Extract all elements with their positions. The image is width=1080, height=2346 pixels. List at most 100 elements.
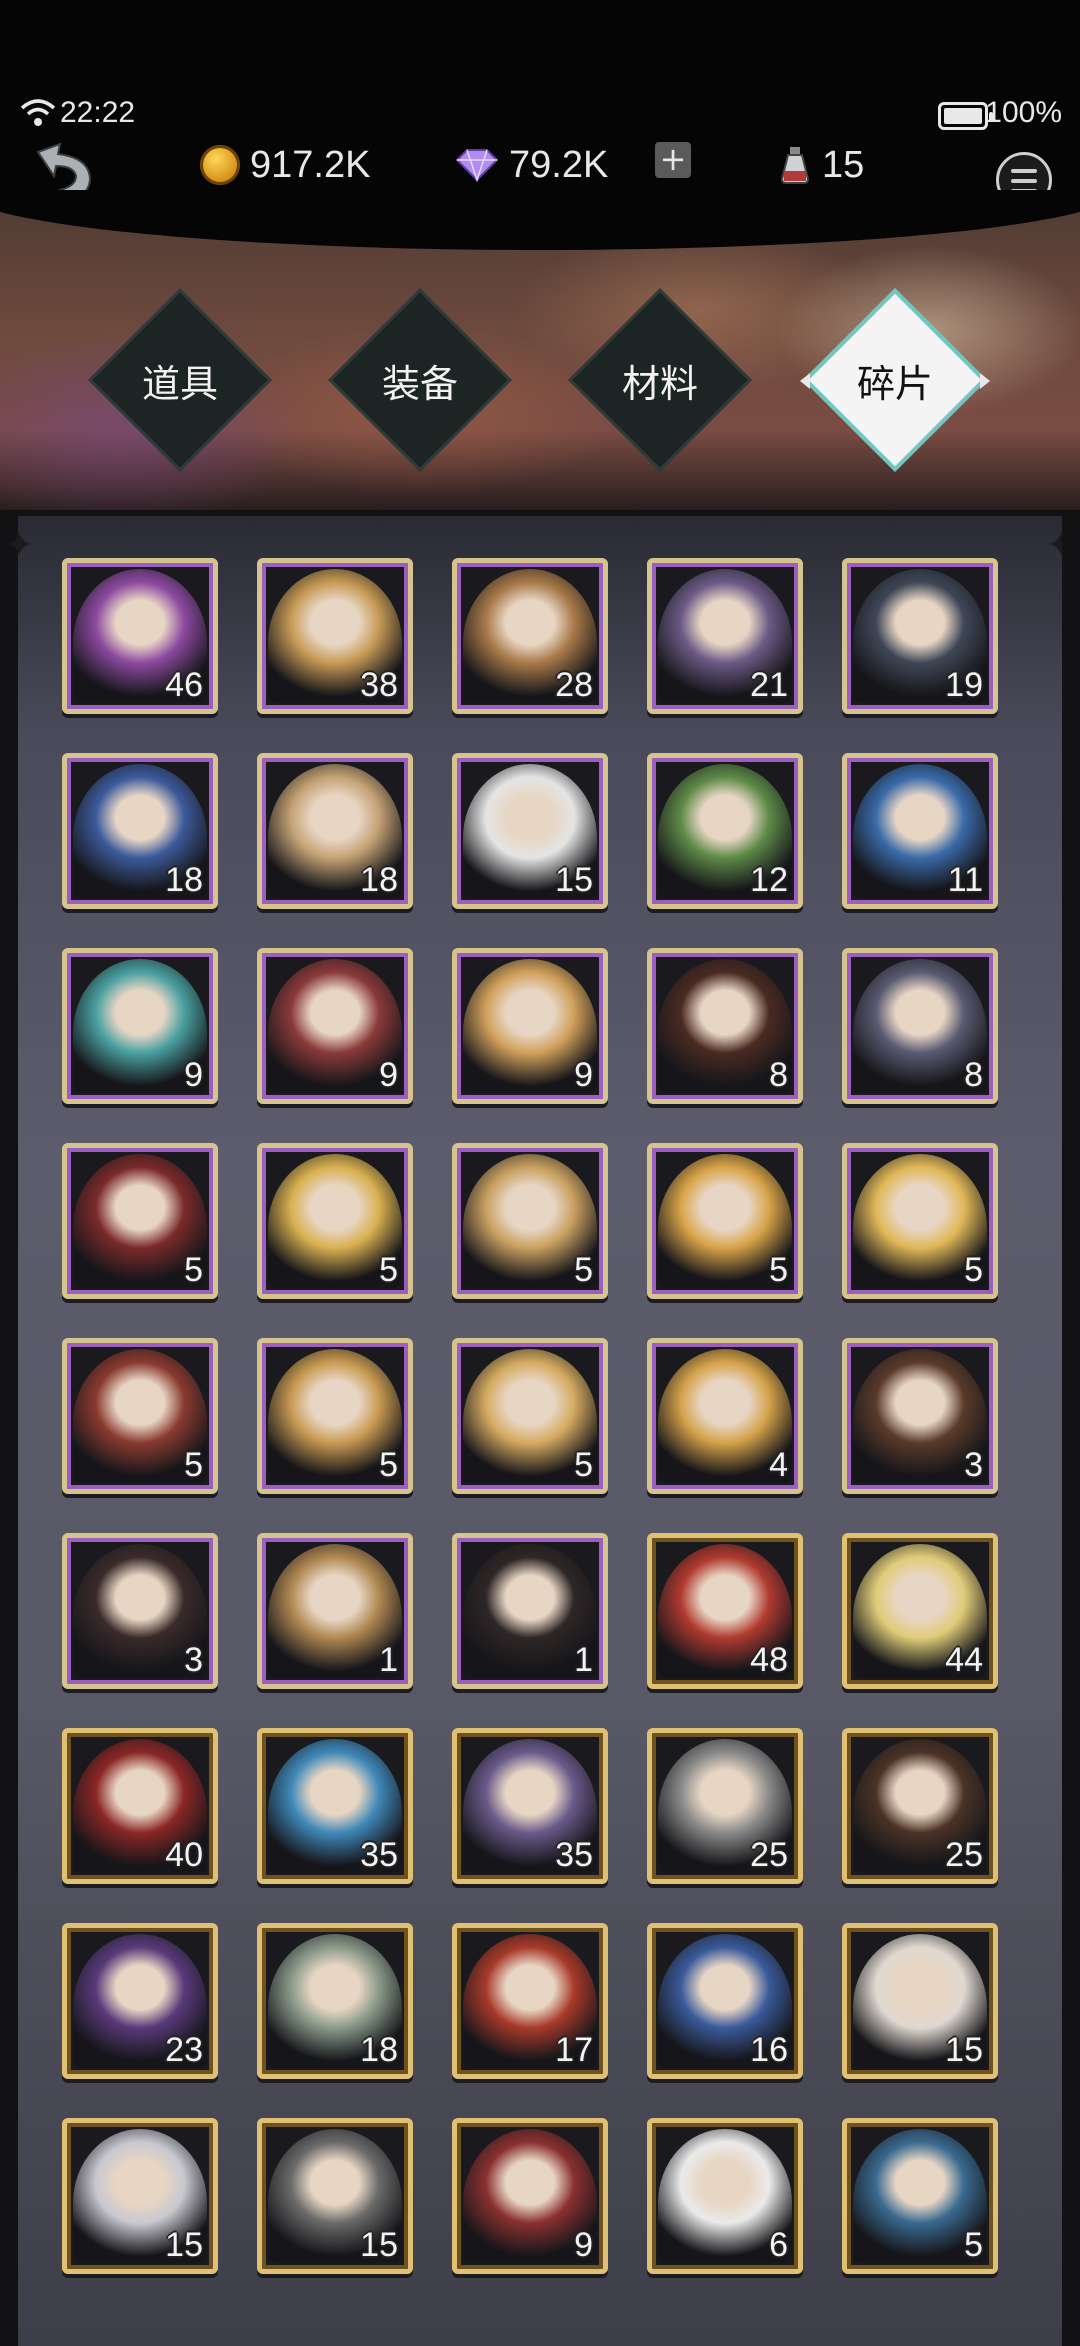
fragment-item[interactable]: 5 (257, 1338, 413, 1494)
tab-materials[interactable]: 材料 (565, 285, 755, 475)
fragment-item[interactable]: 8 (842, 948, 998, 1104)
ornament-star-icon: ✦ (4, 525, 35, 566)
fragment-frame: 44 (842, 1533, 998, 1689)
fragment-count: 17 (555, 2031, 593, 2069)
fragment-frame: 48 (647, 1533, 803, 1689)
fragment-frame: 25 (647, 1728, 803, 1884)
fragment-item[interactable]: 38 (257, 558, 413, 714)
top-bar: 22:22 100% 917.2K 79.2K + 15 (0, 0, 1080, 208)
fragment-frame: 28 (452, 558, 608, 714)
fragment-item[interactable]: 18 (257, 1923, 413, 2079)
fragment-frame: 5 (842, 1143, 998, 1299)
gold-value: 917.2K (250, 143, 371, 186)
fragment-item[interactable]: 28 (452, 558, 608, 714)
fragment-frame: 1 (257, 1533, 413, 1689)
diamond-icon (455, 149, 499, 182)
fragment-item[interactable]: 3 (62, 1533, 218, 1689)
fragment-item[interactable]: 46 (62, 558, 218, 714)
fragment-item[interactable]: 9 (62, 948, 218, 1104)
fragment-count: 5 (574, 1251, 593, 1289)
fragment-frame: 1 (452, 1533, 608, 1689)
battery-icon (938, 102, 993, 130)
fragment-item[interactable]: 9 (257, 948, 413, 1104)
fragment-frame: 5 (62, 1143, 218, 1299)
potion-counter: 15 (778, 140, 864, 190)
fragment-panel: ✦ ✦ 46 38 28 21 19 18 18 15 12 11 9 9 9 8 8 5 5 5 5 5 5 5 5 4 3 3… (0, 510, 1080, 2346)
fragment-frame: 12 (647, 753, 803, 909)
fragment-item[interactable]: 25 (647, 1728, 803, 1884)
fragment-count: 12 (750, 861, 788, 899)
fragment-item[interactable]: 18 (62, 753, 218, 909)
fragment-frame: 5 (452, 1143, 608, 1299)
fragment-item[interactable]: 3 (842, 1338, 998, 1494)
fragment-frame: 3 (842, 1338, 998, 1494)
fragment-item[interactable]: 5 (452, 1143, 608, 1299)
fragment-item[interactable]: 4 (647, 1338, 803, 1494)
fragment-item[interactable]: 16 (647, 1923, 803, 2079)
fragment-frame: 5 (452, 1338, 608, 1494)
add-gems-button[interactable]: + (655, 142, 691, 178)
tab-items[interactable]: 道具 (85, 285, 275, 475)
fragment-item[interactable]: 5 (842, 2118, 998, 2274)
fragment-item[interactable]: 5 (452, 1338, 608, 1494)
fragment-item[interactable]: 35 (452, 1728, 608, 1884)
fragment-count: 18 (165, 861, 203, 899)
fragment-count: 5 (184, 1446, 203, 1484)
fragment-frame: 16 (647, 1923, 803, 2079)
fragment-count: 35 (360, 1836, 398, 1874)
fragment-count: 28 (555, 666, 593, 704)
tab-label: 装备 (381, 361, 458, 406)
fragment-count: 15 (945, 2031, 983, 2069)
fragment-count: 15 (555, 861, 593, 899)
fragment-frame: 23 (62, 1923, 218, 2079)
fragment-frame: 9 (62, 948, 218, 1104)
fragment-frame: 35 (452, 1728, 608, 1884)
fragment-item[interactable]: 35 (257, 1728, 413, 1884)
fragment-item[interactable]: 48 (647, 1533, 803, 1689)
fragment-item[interactable]: 15 (452, 753, 608, 909)
fragment-item[interactable]: 5 (647, 1143, 803, 1299)
fragment-item[interactable]: 5 (62, 1338, 218, 1494)
fragment-item[interactable]: 5 (62, 1143, 218, 1299)
fragment-item[interactable]: 19 (842, 558, 998, 714)
fragment-frame: 8 (647, 948, 803, 1104)
fragment-item[interactable]: 18 (257, 753, 413, 909)
fragment-item[interactable]: 40 (62, 1728, 218, 1884)
fragment-item[interactable]: 9 (452, 2118, 608, 2274)
fragment-frame: 5 (842, 2118, 998, 2274)
fragment-frame: 15 (842, 1923, 998, 2079)
fragment-item[interactable]: 15 (257, 2118, 413, 2274)
fragment-count: 15 (165, 2226, 203, 2264)
fragment-count: 16 (750, 2031, 788, 2069)
fragment-frame: 4 (647, 1338, 803, 1494)
fragment-item[interactable]: 15 (62, 2118, 218, 2274)
fragment-item[interactable]: 23 (62, 1923, 218, 2079)
fragment-count: 40 (165, 1836, 203, 1874)
fragment-count: 48 (750, 1641, 788, 1679)
fragment-item[interactable]: 25 (842, 1728, 998, 1884)
fragment-item[interactable]: 11 (842, 753, 998, 909)
fragment-item[interactable]: 8 (647, 948, 803, 1104)
fragment-item[interactable]: 21 (647, 558, 803, 714)
fragment-item[interactable]: 5 (842, 1143, 998, 1299)
fragment-item[interactable]: 9 (452, 948, 608, 1104)
fragment-item[interactable]: 6 (647, 2118, 803, 2274)
fragment-item[interactable]: 17 (452, 1923, 608, 2079)
fragment-frame: 35 (257, 1728, 413, 1884)
fragment-item[interactable]: 44 (842, 1533, 998, 1689)
fragment-count: 19 (945, 666, 983, 704)
fragment-count: 4 (769, 1446, 788, 1484)
gold-counter: 917.2K (200, 140, 370, 190)
tab-equipment[interactable]: 装备 (325, 285, 515, 475)
fragment-item[interactable]: 5 (257, 1143, 413, 1299)
fragment-item[interactable]: 12 (647, 753, 803, 909)
fragment-item[interactable]: 1 (257, 1533, 413, 1689)
fragment-item[interactable]: 1 (452, 1533, 608, 1689)
fragment-count: 5 (964, 2226, 983, 2264)
fragment-frame: 11 (842, 753, 998, 909)
fragment-count: 1 (379, 1641, 398, 1679)
fragment-count: 1 (574, 1641, 593, 1679)
ornament-star-icon: ✦ (1045, 525, 1076, 566)
fragment-item[interactable]: 15 (842, 1923, 998, 2079)
tab-fragments[interactable]: 碎片 (800, 285, 990, 475)
